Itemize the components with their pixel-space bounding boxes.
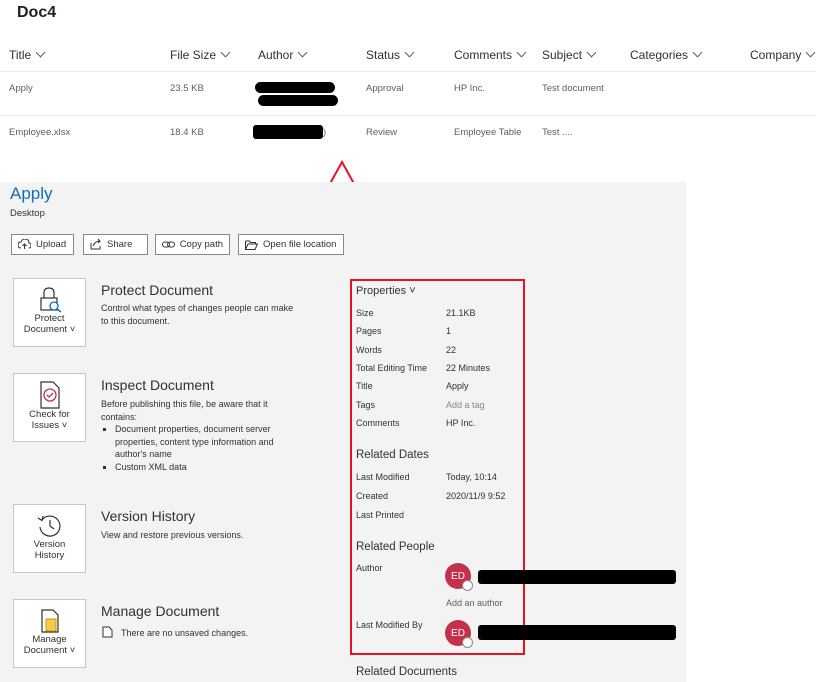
- open-file-location-button[interactable]: Open file location: [238, 234, 344, 255]
- chevron-down-icon: [805, 47, 816, 58]
- section-description: View and restore previous versions.: [101, 530, 244, 540]
- property-label: Size: [356, 308, 374, 318]
- section-description: There are no unsaved changes.: [121, 628, 249, 638]
- copy-path-button[interactable]: Copy path: [155, 234, 230, 255]
- redaction-mark: [255, 82, 335, 93]
- version-history-button[interactable]: Version History: [13, 504, 86, 573]
- inspect-document-icon: [39, 381, 60, 409]
- chevron-down-icon: [35, 47, 46, 58]
- cell-comments: HP Inc.: [454, 83, 485, 94]
- property-value: Today, 10:14: [446, 472, 497, 482]
- divider: [0, 71, 816, 72]
- cell-subject: Test document: [542, 83, 604, 94]
- issue-list: Document properties, document server pro…: [101, 423, 301, 473]
- chevron-down-icon: [516, 47, 527, 58]
- cell-file-size: 23.5 KB: [170, 83, 204, 94]
- property-label: Author: [356, 563, 383, 573]
- protect-document-button[interactable]: Protect Document ˅: [13, 278, 86, 347]
- column-header-company[interactable]: Company: [750, 47, 816, 62]
- property-label: Words: [356, 345, 382, 355]
- property-label: Created: [356, 491, 389, 501]
- property-value: 1: [446, 326, 452, 336]
- property-label: Last Printed: [356, 510, 405, 520]
- redaction-mark: [258, 95, 338, 106]
- section-heading: Manage Document: [101, 603, 220, 619]
- section-description: Before publishing this file, be aware th…: [101, 398, 301, 473]
- file-location: Desktop: [10, 208, 45, 219]
- cell-comments: Employee Table: [454, 127, 522, 138]
- manage-document-icon: [40, 609, 59, 633]
- check-for-issues-button[interactable]: Check for Issues ˅: [13, 373, 86, 442]
- section-heading: Inspect Document: [101, 377, 214, 393]
- column-header-categories[interactable]: Categories: [630, 47, 703, 62]
- cell-status: Approval: [366, 83, 404, 94]
- cell-file-size: 18.4 KB: [170, 127, 204, 138]
- property-value: 22: [446, 345, 457, 355]
- column-header-title[interactable]: Title: [9, 47, 46, 62]
- upload-icon: [18, 239, 31, 249]
- folder-icon: [245, 240, 258, 250]
- property-value: 21.1KB: [446, 308, 476, 318]
- property-value: 2020/11/9 9:52: [446, 491, 506, 501]
- cell-subject: Test ....: [542, 127, 573, 138]
- property-value: 22 Minutes: [446, 363, 491, 373]
- presence-status-icon: [462, 580, 473, 591]
- clock-history-icon: [37, 515, 61, 537]
- add-tag-field[interactable]: Add a tag: [446, 400, 485, 410]
- property-label: Pages: [356, 326, 382, 336]
- property-label: Tags: [356, 400, 376, 410]
- redaction-mark: [478, 625, 676, 640]
- chevron-down-icon: ˅: [409, 285, 416, 297]
- document-icon: [102, 626, 113, 638]
- cell-title[interactable]: Employee.xlsx: [9, 127, 70, 138]
- cell-status: Review: [366, 127, 398, 138]
- lock-search-icon: [39, 287, 61, 313]
- property-label: Last Modified By: [356, 620, 423, 630]
- related-documents-heading: Related Documents: [356, 666, 457, 678]
- property-value[interactable]: HP Inc.: [446, 418, 475, 428]
- related-dates-heading: Related Dates: [356, 449, 429, 461]
- chevron-down-icon: [220, 47, 231, 58]
- chevron-down-icon: [692, 47, 703, 58]
- column-header-author[interactable]: Author: [258, 47, 308, 62]
- upload-button[interactable]: Upload: [11, 234, 74, 255]
- file-title: Apply: [10, 184, 53, 203]
- related-people-heading: Related People: [356, 541, 435, 553]
- property-label: Total Editing Time: [356, 363, 428, 373]
- section-description: Control what types of changes people can…: [101, 303, 294, 326]
- column-header-subject[interactable]: Subject: [542, 47, 597, 62]
- column-header-status[interactable]: Status: [366, 47, 415, 62]
- manage-document-button[interactable]: Manage Document ˅: [13, 599, 86, 668]
- add-author-link[interactable]: Add an author: [446, 598, 503, 608]
- chevron-down-icon: [586, 47, 597, 58]
- property-label: Comments: [356, 418, 400, 428]
- redaction-mark: [253, 125, 323, 139]
- link-icon: [162, 241, 175, 248]
- property-label: Last Modified: [356, 472, 410, 482]
- properties-dropdown[interactable]: Properties ˅: [356, 285, 416, 297]
- column-header-comments[interactable]: Comments: [454, 47, 527, 62]
- share-icon: [90, 239, 101, 250]
- divider: [0, 115, 816, 116]
- list-item: Custom XML data: [115, 461, 301, 474]
- presence-status-icon: [462, 637, 473, 648]
- section-heading: Version History: [101, 508, 196, 524]
- property-value[interactable]: Apply: [446, 381, 469, 391]
- property-label: Title: [356, 381, 373, 391]
- chevron-down-icon: [297, 47, 308, 58]
- chevron-down-icon: [404, 47, 415, 58]
- page-title: Doc4: [17, 4, 57, 21]
- cell-title[interactable]: Apply: [9, 83, 33, 94]
- redaction-mark: [478, 570, 676, 584]
- column-header-file-size[interactable]: File Size: [170, 47, 231, 62]
- cell-author: ): [323, 127, 327, 138]
- list-item: Document properties, document server pro…: [115, 423, 301, 461]
- share-button[interactable]: Share: [83, 234, 148, 255]
- section-heading: Protect Document: [101, 282, 214, 298]
